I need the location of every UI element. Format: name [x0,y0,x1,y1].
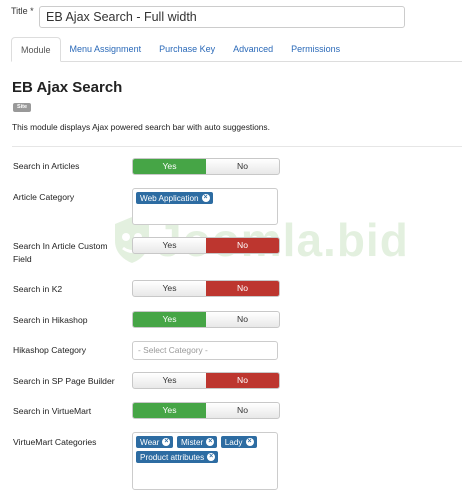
chip-label: Lady [224,437,243,447]
k2-no-button[interactable]: No [206,281,279,296]
label-search-article-custom-field: Search In Article Custom Field [13,241,108,264]
toggle-search-hikashop: Yes No [132,311,280,328]
toggle-search-sp-page-builder: Yes No [132,372,280,389]
label-search-sp-page-builder: Search in SP Page Builder [13,376,115,386]
title-label: Title * [11,6,34,16]
sp-page-builder-no-button[interactable]: No [206,373,279,388]
label-search-articles: Search in Articles [13,161,80,171]
tab-permissions[interactable]: Permissions [282,37,349,62]
remove-chip-icon[interactable]: × [162,438,171,446]
tab-bar: Module Menu Assignment Purchase Key Adva… [11,37,462,62]
article-category-multiselect[interactable]: Web Application × [132,188,278,225]
remove-chip-icon[interactable]: × [201,194,210,202]
search-articles-yes-button[interactable]: Yes [133,159,206,174]
title-input[interactable]: EB Ajax Search - Full width [39,6,405,28]
chip-mister: Mister × [176,436,218,448]
sp-page-builder-yes-button[interactable]: Yes [133,373,206,388]
toggle-search-articles: Yes No [132,158,280,175]
divider [12,146,462,147]
toggle-search-k2: Yes No [132,280,280,297]
remove-chip-icon[interactable]: × [245,438,254,446]
search-articles-no-button[interactable]: No [206,159,279,174]
chip-label: Wear [140,437,160,447]
virtuemart-yes-button[interactable]: Yes [133,403,206,418]
label-search-hikashop: Search in Hikashop [13,315,88,325]
chip-web-application: Web Application × [136,192,213,204]
hikashop-yes-button[interactable]: Yes [133,312,206,327]
k2-yes-button[interactable]: Yes [133,281,206,296]
remove-chip-icon[interactable]: × [207,453,216,461]
custom-field-yes-button[interactable]: Yes [133,238,206,253]
label-search-virtuemart: Search in VirtueMart [13,406,92,416]
chip-label: Web Application [140,193,199,203]
hikashop-no-button[interactable]: No [206,312,279,327]
chip-wear: Wear × [136,436,174,448]
tab-menu-assignment[interactable]: Menu Assignment [61,37,151,62]
chip-lady: Lady × [220,436,257,448]
virtuemart-categories-multiselect[interactable]: Wear × Mister × Lady × Product attribute… [132,432,278,490]
chip-label: Product attributes [140,452,205,462]
virtuemart-no-button[interactable]: No [206,403,279,418]
chip-label: Mister [180,437,204,447]
module-description: This module displays Ajax powered search… [12,122,270,132]
custom-field-no-button[interactable]: No [206,238,279,253]
module-heading: EB Ajax Search [12,79,123,96]
remove-chip-icon[interactable]: × [206,438,215,446]
title-row: Title * [11,6,41,16]
label-hikashop-category: Hikashop Category [13,345,87,355]
label-virtuemart-categories: VirtueMart Categories [13,437,97,447]
site-badge: Site [13,103,31,112]
label-search-k2: Search in K2 [13,284,63,294]
toggle-search-virtuemart: Yes No [132,402,280,419]
label-article-category: Article Category [13,192,75,202]
tab-module[interactable]: Module [11,37,61,62]
hikashop-category-select[interactable]: - Select Category - [132,341,278,360]
tab-purchase-key[interactable]: Purchase Key [150,37,224,62]
tab-advanced[interactable]: Advanced [224,37,282,62]
toggle-search-article-custom-field: Yes No [132,237,280,254]
chip-product-attributes: Product attributes × [136,451,219,463]
